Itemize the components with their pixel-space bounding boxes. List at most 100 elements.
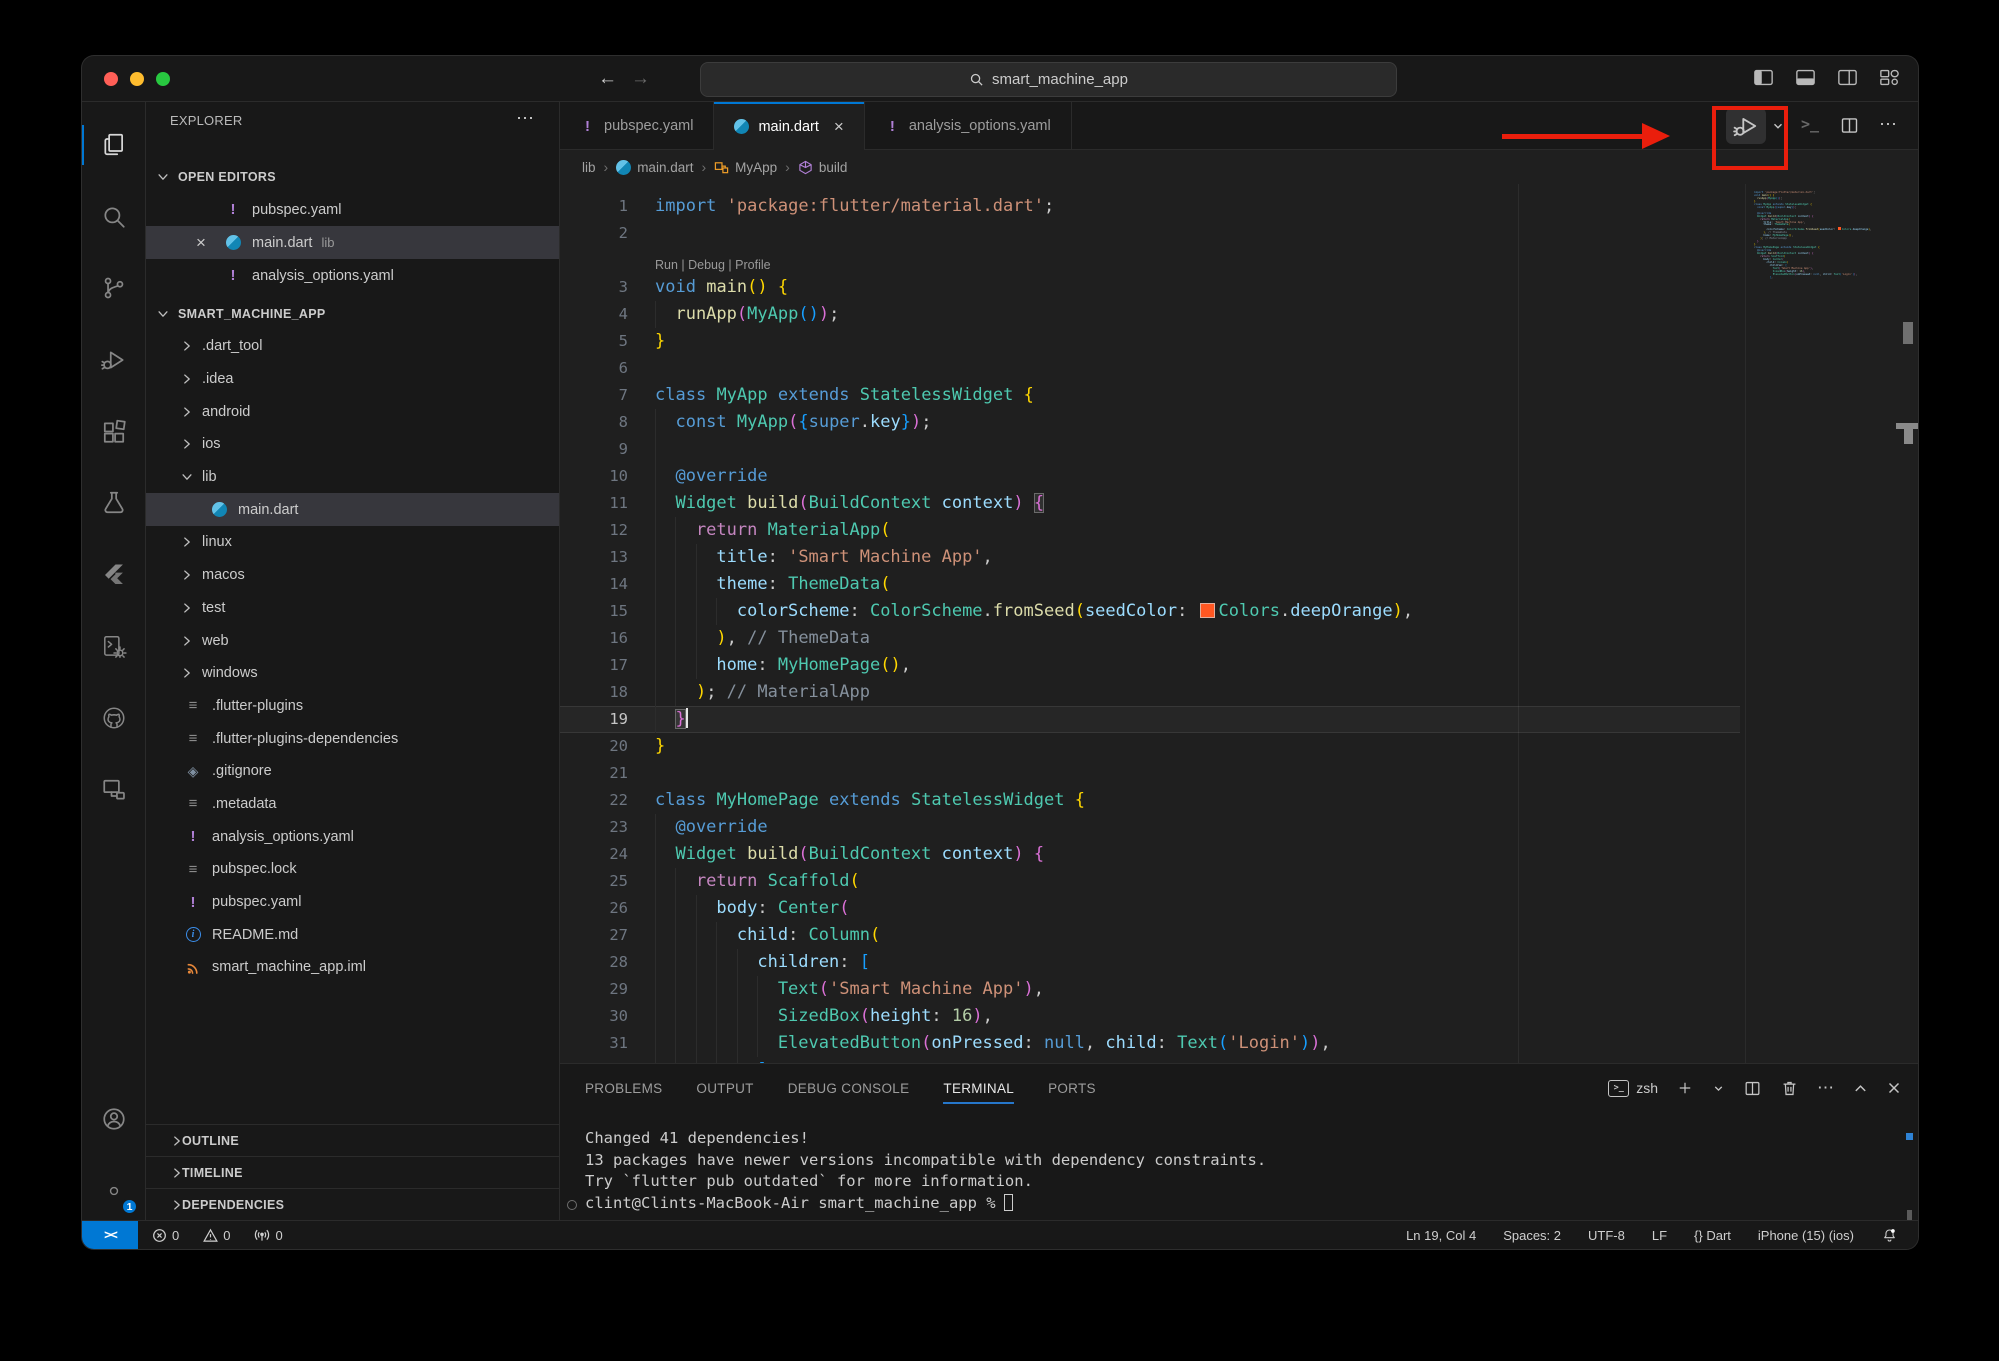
section-dependencies[interactable]: DEPENDENCIES [146,1188,559,1220]
breadcrumb-myapp[interactable]: MyApp [714,160,777,175]
panel-tab-terminal[interactable]: TERMINAL [943,1064,1014,1112]
tab-main-dart[interactable]: main.dart× [714,102,864,151]
editor-more-actions[interactable]: ⋯ [1879,114,1898,135]
panel-more-actions[interactable]: ⋯ [1817,1078,1835,1098]
code-line-15[interactable]: 15colorScheme: ColorScheme.fromSeed(seed… [560,598,1740,625]
tab-pubspec-yaml[interactable]: !pubspec.yaml [560,102,714,150]
tree-item--dart-tool[interactable]: .dart_tool [146,330,559,363]
activity-dart-devtools-icon[interactable] [90,623,138,671]
tree-item--idea[interactable]: .idea [146,363,559,396]
sidebar-more-actions[interactable]: ⋯ [516,108,535,129]
maximize-window-button[interactable] [156,72,170,86]
tree-item-main-dart[interactable]: main.dart [146,493,559,526]
code-line-31[interactable]: 31ElevatedButton(onPressed: null, child:… [560,1030,1740,1057]
code-editor[interactable]: 1import 'package:flutter/material.dart';… [560,184,1918,1063]
back-arrow-icon[interactable]: ← [598,68,617,90]
code-line-4[interactable]: 4runApp(MyApp()); [560,301,1740,328]
tree-item-android[interactable]: android [146,395,559,428]
tree-item-linux[interactable]: linux [146,526,559,559]
tree-item-ios[interactable]: ios [146,428,559,461]
new-terminal-icon[interactable] [1676,1079,1694,1097]
tab-analysis-options-yaml[interactable]: !analysis_options.yaml [865,102,1072,150]
terminal-prompt-line[interactable]: clint@Clints-MacBook-Air smart_machine_a… [585,1193,1266,1215]
status-ln[interactable]: Ln 19, Col 4 [1406,1228,1476,1243]
command-center-search[interactable]: smart_machine_app [700,62,1397,97]
activity-accounts-icon[interactable] [90,1095,138,1143]
open-editor-item[interactable]: ×main.dartlib [146,226,559,259]
code-line-17[interactable]: 17home: MyHomePage(), [560,652,1740,679]
terminal-output[interactable]: Changed 41 dependencies!13 packages have… [585,1128,1266,1214]
close-editor-icon[interactable]: × [196,233,206,253]
ports-count[interactable]: 0 [275,1228,282,1243]
code-line-13[interactable]: 13title: 'Smart Machine App', [560,544,1740,571]
code-line-23[interactable]: 23@override [560,814,1740,841]
close-tab-icon[interactable]: × [834,117,844,137]
status-lf[interactable]: LF [1652,1228,1667,1243]
terminal-dropdown-chevron-icon[interactable] [1712,1082,1725,1095]
code-line-14[interactable]: 14theme: ThemeData( [560,571,1740,598]
tree-item--metadata[interactable]: ≡.metadata [146,788,559,821]
panel-tab-output[interactable]: OUTPUT [696,1064,753,1112]
tree-item-pubspec-lock[interactable]: ≡pubspec.lock [146,853,559,886]
tree-item-lib[interactable]: lib [146,461,559,494]
breadcrumb-build[interactable]: build [798,160,848,175]
tree-item-windows[interactable]: windows [146,657,559,690]
split-terminal-icon[interactable] [1743,1079,1762,1098]
code-line-16[interactable]: 16), // ThemeData [560,625,1740,652]
warning-count[interactable]: 0 [223,1228,230,1243]
run-in-terminal-icon[interactable]: >_ [1801,115,1819,133]
code-line-22[interactable]: 22class MyHomePage extends StatelessWidg… [560,787,1740,814]
panel-tab-debug-console[interactable]: DEBUG CONSOLE [788,1064,910,1112]
code-line-2[interactable]: 2 [560,220,1740,247]
code-line-27[interactable]: 27child: Column( [560,922,1740,949]
code-line-29[interactable]: 29Text('Smart Machine App'), [560,976,1740,1003]
code-line-3[interactable]: 3void main() { [560,274,1740,301]
customize-layout-icon[interactable] [1879,68,1900,87]
tree-item-smart-machine-app-iml[interactable]: smart_machine_app.iml [146,951,559,984]
status-iphone[interactable]: iPhone (15) (ios) [1758,1228,1854,1243]
code-line-19[interactable]: 19} [560,706,1740,733]
terminal-shell-picker[interactable]: >_ zsh [1608,1080,1658,1097]
breadcrumb-lib[interactable]: lib [582,160,596,175]
status--[interactable]: {} Dart [1694,1228,1731,1243]
status-spaces-[interactable]: Spaces: 2 [1503,1228,1561,1243]
split-editor-icon[interactable] [1839,115,1860,136]
activity-search-icon[interactable] [90,193,138,241]
tree-item-readme-md[interactable]: iREADME.md [146,918,559,951]
code-line-26[interactable]: 26body: Center( [560,895,1740,922]
code-line-25[interactable]: 25return Scaffold( [560,868,1740,895]
activity-testing-icon[interactable] [90,479,138,527]
activity-settings-icon[interactable]: 1 [90,1167,138,1215]
code-line-28[interactable]: 28children: [ [560,949,1740,976]
activity-extensions-icon[interactable] [90,408,138,456]
forward-arrow-icon[interactable]: → [631,68,650,90]
activity-source-control-icon[interactable] [90,264,138,312]
tree-item--gitignore[interactable]: ◈.gitignore [146,755,559,788]
code-line-11[interactable]: 11Widget build(BuildContext context) { [560,490,1740,517]
kill-terminal-trash-icon[interactable] [1780,1079,1799,1098]
activity-remote-explorer-icon[interactable] [90,766,138,814]
activity-run-and-debug-icon[interactable] [90,336,138,384]
minimize-window-button[interactable] [130,72,144,86]
activity-explorer-icon[interactable] [90,121,138,169]
codelens[interactable]: Run | Debug | Profile [560,247,1740,274]
tree-item-test[interactable]: test [146,592,559,625]
close-panel-icon[interactable] [1886,1080,1902,1096]
code-line-30[interactable]: 30SizedBox(height: 16), [560,1003,1740,1030]
tree-item--flutter-plugins[interactable]: ≡.flutter-plugins [146,690,559,723]
maximize-panel-icon[interactable] [1853,1081,1868,1096]
section-timeline[interactable]: TIMELINE [146,1156,559,1188]
code-line-24[interactable]: 24Widget build(BuildContext context) { [560,841,1740,868]
minimap[interactable]: import 'package:flutter/material.dart';v… [1745,184,1860,1063]
tree-item-pubspec-yaml[interactable]: !pubspec.yaml [146,886,559,919]
toggle-secondary-sidebar-icon[interactable] [1837,68,1858,87]
open-editor-item[interactable]: !analysis_options.yaml [146,259,559,292]
overview-ruler[interactable] [1900,184,1918,1063]
toggle-panel-icon[interactable] [1795,68,1816,87]
code-line-10[interactable]: 10@override [560,463,1740,490]
panel-tab-ports[interactable]: PORTS [1048,1064,1096,1112]
code-line-6[interactable]: 6 [560,355,1740,382]
activity-flutter-icon[interactable] [90,551,138,599]
tree-item--flutter-plugins-dependencies[interactable]: ≡.flutter-plugins-dependencies [146,722,559,755]
panel-tab-problems[interactable]: PROBLEMS [585,1064,662,1112]
